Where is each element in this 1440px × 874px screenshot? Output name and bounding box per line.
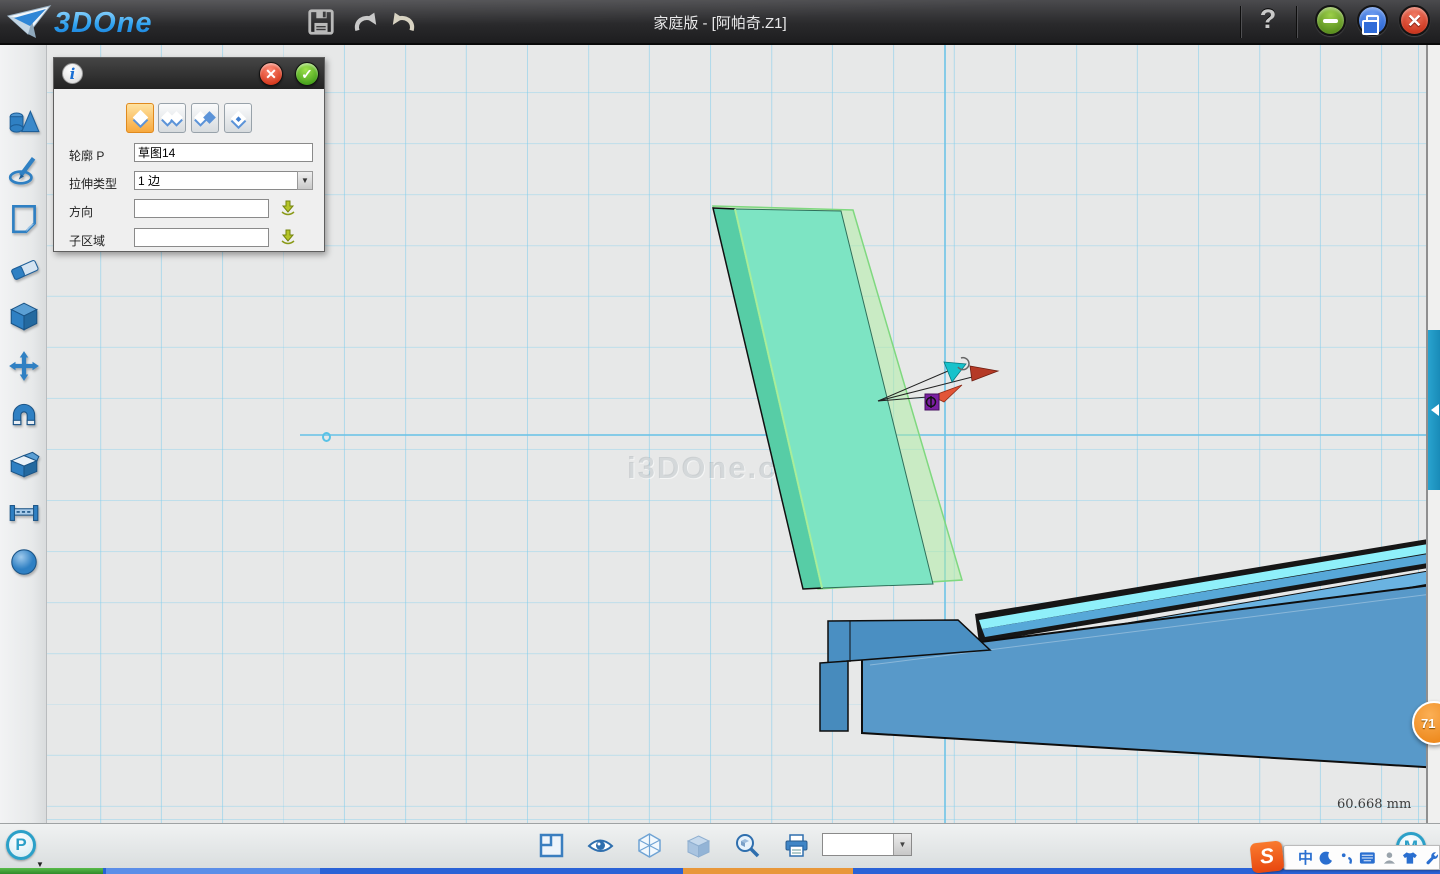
zoom-magnifier-icon[interactable] [734, 832, 761, 859]
combine-box-icon[interactable] [7, 447, 41, 481]
dropdown-arrow-icon: ▼ [893, 834, 911, 855]
subregion-pick-icon[interactable] [279, 228, 297, 246]
left-toolbar [0, 45, 47, 823]
panel-expand-tab[interactable] [1428, 330, 1440, 490]
feature-cube-icon[interactable] [7, 300, 41, 334]
ime-language-toggle[interactable]: 中 [1298, 847, 1313, 868]
start-button-sliver[interactable] [0, 868, 103, 874]
field-label-direction: 方向 [69, 203, 93, 220]
close-icon: ✕ [1407, 12, 1422, 30]
ime-toolbar: 中 [1283, 845, 1440, 870]
titlebar-separator [1296, 6, 1297, 38]
profile-input[interactable] [134, 143, 313, 162]
confirm-button[interactable]: ✓ [295, 62, 319, 86]
chevron-left-icon [1431, 404, 1439, 416]
taskbar-item[interactable] [106, 868, 320, 874]
diamond-blue-icon [203, 111, 216, 124]
dialog-header: i ✕ ✓ [54, 58, 324, 89]
wireframe-cube-icon[interactable] [636, 832, 663, 859]
p-plane-button[interactable]: P [6, 830, 36, 860]
minimize-button[interactable] [1315, 5, 1346, 36]
restore-icon [1366, 15, 1379, 26]
titlebar-separator [1240, 6, 1241, 38]
sketch-draw-icon[interactable] [7, 153, 41, 187]
close-button[interactable]: ✕ [1399, 5, 1430, 36]
info-icon[interactable]: i [62, 63, 83, 84]
sogou-logo[interactable]: S [1250, 840, 1285, 873]
wrench-icon[interactable] [1424, 850, 1439, 866]
moon-icon[interactable] [1319, 850, 1334, 866]
print-icon[interactable] [783, 832, 810, 859]
extrude-dialog: i ✕ ✓ 轮廓 P 拉伸类型 ▼ 方向 子区域 [53, 57, 325, 252]
punctuation-icon[interactable] [1340, 850, 1353, 866]
move-icon[interactable] [7, 349, 41, 383]
field-label-profile: 轮廓 P [69, 147, 104, 164]
material-sphere-icon[interactable] [7, 545, 41, 579]
skin-tshirt-icon[interactable] [1402, 850, 1418, 866]
field-label-subregion: 子区域 [69, 232, 105, 249]
diamond-dot-icon [231, 111, 247, 127]
dimension-label: 60.668 mm [1337, 797, 1411, 812]
user-icon[interactable] [1382, 850, 1397, 866]
direction-input[interactable] [134, 199, 269, 218]
sketch-plane-icon[interactable] [7, 201, 41, 235]
subregion-input[interactable] [134, 228, 269, 247]
document-title: 家庭版 - [阿帕奇.Z1] [0, 12, 1440, 33]
mode-extrude-one-side[interactable] [126, 103, 154, 133]
red-cone-handle[interactable] [970, 366, 998, 381]
diamond-icon [133, 110, 149, 126]
primitive-shapes-icon[interactable] [7, 105, 41, 139]
mode-extrude-symmetric[interactable] [191, 103, 219, 133]
shaded-cube-icon[interactable] [685, 832, 712, 859]
minimize-icon [1323, 19, 1338, 23]
mode-extrude-two-sides[interactable] [158, 103, 186, 133]
extrude-type-dropdown-arrow[interactable]: ▼ [297, 171, 313, 190]
magnet-assembly-icon[interactable] [7, 398, 41, 432]
cancel-button[interactable]: ✕ [259, 62, 283, 86]
taskbar-item-active[interactable] [683, 868, 853, 874]
viewport-layout-icon[interactable] [538, 832, 565, 859]
keyboard-icon[interactable] [1359, 851, 1376, 865]
field-label-extrude-type: 拉伸类型 [69, 175, 117, 192]
bottom-toolbar: P ▼ ▼ M [0, 823, 1440, 868]
restore-button[interactable] [1357, 5, 1388, 36]
direction-pick-icon[interactable] [279, 199, 297, 217]
view-preset-dropdown[interactable]: ▼ [822, 833, 912, 856]
mode-extrude-to-point[interactable] [224, 103, 252, 133]
extrude-type-select[interactable] [134, 171, 313, 190]
help-button[interactable]: ? [1254, 4, 1282, 35]
os-taskbar[interactable] [0, 868, 1440, 874]
visibility-eye-icon[interactable] [587, 832, 614, 859]
eraser-icon[interactable] [7, 251, 41, 285]
p-label: P [15, 835, 26, 855]
badge-count: 71 [1421, 716, 1435, 731]
measure-icon[interactable] [7, 496, 41, 530]
title-bar: 3DOne 家庭版 - [阿帕奇.Z1] ? ✕ [0, 0, 1440, 45]
